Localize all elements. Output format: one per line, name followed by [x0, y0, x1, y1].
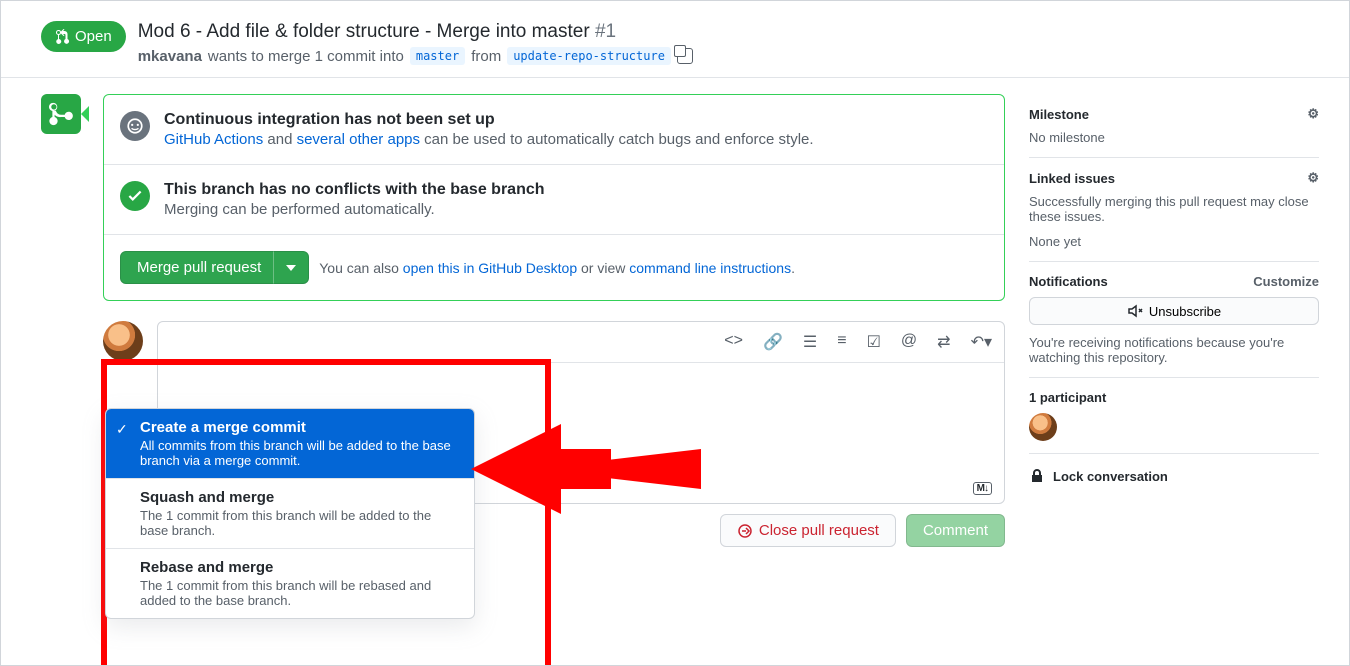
merge-card: Continuous integration has not been set … [103, 94, 1005, 301]
participant-avatar[interactable] [1029, 413, 1057, 441]
merge-dropdown-toggle[interactable] [273, 251, 309, 284]
gh-actions-link[interactable]: GitHub Actions [164, 131, 263, 148]
milestone-value: No milestone [1029, 130, 1319, 145]
conflict-title: This branch has no conflicts with the ba… [164, 181, 988, 199]
desktop-link[interactable]: open this in GitHub Desktop [403, 260, 577, 276]
mention-icon[interactable]: @ [901, 332, 917, 352]
unsubscribe-button[interactable]: Unsubscribe [1029, 297, 1319, 325]
code-icon[interactable]: <> [724, 332, 743, 352]
check-icon [120, 181, 150, 211]
lock-icon [1029, 468, 1045, 484]
dd-squash[interactable]: Squash and merge The 1 commit from this … [106, 478, 474, 548]
milestone-heading: Milestone [1029, 107, 1089, 122]
ci-icon [120, 111, 150, 141]
cli-link[interactable]: command line instructions [629, 260, 791, 276]
merge-timeline-icon [41, 94, 81, 134]
crossref-icon[interactable]: ⇄ [937, 332, 950, 352]
ci-title: Continuous integration has not been set … [164, 111, 988, 129]
sidebar: Milestone ⚙ No milestone Linked issues ⚙… [1029, 94, 1319, 567]
comment-button[interactable]: Comment [906, 514, 1005, 547]
pr-title: Mod 6 - Add file & folder structure - Me… [138, 21, 693, 43]
pr-icon [55, 29, 71, 45]
linked-desc: Successfully merging this pull request m… [1029, 194, 1319, 224]
reply-icon[interactable]: ↶▾ [971, 332, 992, 352]
pr-subtitle: mkavana wants to merge 1 commit into mas… [138, 47, 693, 65]
status-badge: Open [41, 21, 126, 52]
participants-heading: 1 participant [1029, 390, 1106, 405]
dd-rebase[interactable]: Rebase and merge The 1 commit from this … [106, 548, 474, 618]
ci-desc: GitHub Actions and several other apps ca… [164, 131, 988, 148]
linked-value: None yet [1029, 234, 1319, 249]
merge-method-dropdown: ✓ Create a merge commit All commits from… [105, 408, 475, 619]
compare-branch[interactable]: update-repo-structure [507, 47, 671, 65]
comment-toolbar: <> 🔗 ☰ ≡ ☑ @ ⇄ ↶▾ [158, 322, 1004, 363]
gear-icon[interactable]: ⚙ [1307, 106, 1319, 122]
linked-heading: Linked issues [1029, 171, 1115, 186]
ul-icon[interactable]: ☰ [803, 332, 817, 352]
ol-icon[interactable]: ≡ [837, 332, 846, 352]
conflict-desc: Merging can be performed automatically. [164, 201, 988, 218]
gear-icon[interactable]: ⚙ [1307, 170, 1319, 186]
task-icon[interactable]: ☑ [867, 332, 881, 352]
dd-create-merge[interactable]: ✓ Create a merge commit All commits from… [106, 409, 474, 478]
copy-icon[interactable] [677, 48, 693, 64]
mute-icon [1127, 303, 1143, 319]
close-pr-button[interactable]: Close pull request [720, 514, 896, 547]
notif-desc: You're receiving notifications because y… [1029, 335, 1319, 365]
base-branch[interactable]: master [410, 47, 465, 65]
close-pr-icon [737, 523, 753, 539]
check-icon: ✓ [116, 421, 128, 438]
lock-conversation[interactable]: Lock conversation [1029, 454, 1319, 484]
caret-down-icon [286, 265, 296, 271]
avatar [103, 321, 143, 361]
markdown-badge: M↓ [973, 482, 992, 495]
merge-hint: You can also open this in GitHub Desktop… [319, 260, 795, 276]
link-icon[interactable]: 🔗 [763, 332, 783, 352]
merge-button[interactable]: Merge pull request [120, 251, 278, 284]
notif-heading: Notifications [1029, 274, 1108, 289]
customize-link[interactable]: Customize [1253, 274, 1319, 289]
other-apps-link[interactable]: several other apps [297, 131, 420, 148]
